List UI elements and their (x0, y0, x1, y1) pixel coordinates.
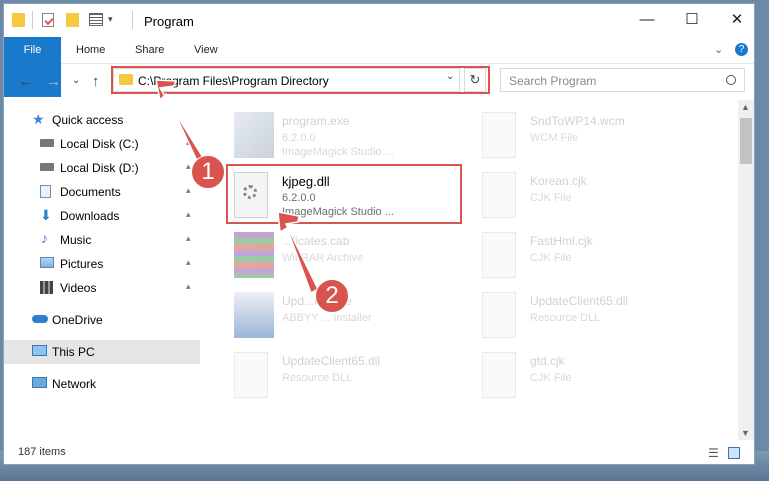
callout-one: 1 (191, 155, 225, 189)
callout-two: 2 (315, 279, 349, 313)
arrow-to-file (277, 211, 319, 295)
callout-arrows (155, 79, 319, 295)
